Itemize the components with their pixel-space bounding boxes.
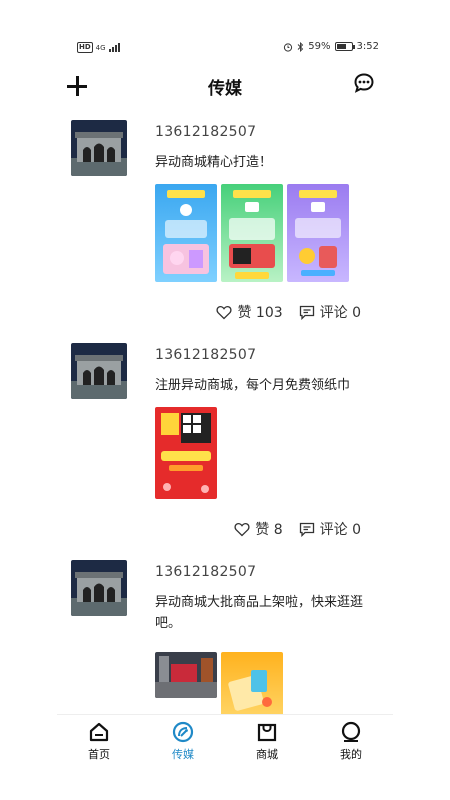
home-icon — [89, 722, 109, 742]
comment-button[interactable]: 评论 0 — [299, 302, 361, 322]
comment-button[interactable]: 评论 0 — [299, 519, 361, 539]
comment-icon — [299, 305, 314, 320]
like-button[interactable]: 赞 8 — [234, 519, 283, 539]
heart-icon — [234, 522, 250, 536]
post-images — [155, 652, 283, 714]
like-label: 赞 103 — [237, 305, 283, 321]
comment-label: 评论 0 — [319, 522, 361, 538]
post-actions: 赞 8 评论 0 — [234, 519, 361, 539]
post-images — [155, 407, 217, 499]
post-image[interactable] — [221, 652, 283, 714]
nav-label: 首页 — [88, 748, 110, 761]
media-icon — [172, 721, 194, 743]
post-images — [155, 184, 349, 282]
post-image[interactable] — [155, 652, 217, 698]
nav-label: 商城 — [256, 748, 278, 761]
like-button[interactable]: 赞 103 — [216, 302, 283, 322]
bluetooth-icon — [297, 41, 304, 52]
post-image[interactable] — [155, 184, 217, 282]
status-left: HD 4G — [77, 42, 120, 53]
avatar[interactable] — [71, 343, 127, 399]
avatar-image — [71, 120, 127, 176]
nav-item-home[interactable]: 首页 — [57, 715, 141, 768]
post-image[interactable] — [221, 184, 283, 282]
top-bar: 传媒 — [57, 68, 393, 104]
like-label: 赞 8 — [255, 522, 283, 538]
nav-item-profile[interactable]: 我的 — [309, 715, 393, 768]
hd-indicator: HD — [77, 42, 93, 53]
nav-label: 我的 — [340, 748, 362, 761]
profile-circle-icon — [341, 721, 361, 742]
battery-percent: 59% — [308, 41, 331, 52]
nav-item-shop[interactable]: 商城 — [225, 715, 309, 768]
alarm-icon — [284, 42, 293, 52]
clock: 3:52 — [356, 41, 379, 52]
avatar-image — [71, 343, 127, 399]
avatar[interactable] — [71, 120, 127, 176]
chat-bubble-icon[interactable] — [353, 72, 375, 94]
network-type: 4G — [95, 43, 106, 52]
post-card[interactable]: 13612182507 异动商城精心打造！ 赞 103 评论 0 — [57, 114, 393, 337]
post-username[interactable]: 13612182507 — [155, 564, 256, 580]
signal-icon — [108, 43, 120, 52]
post-card[interactable]: 13612182507 异动商城大批商品上架啦，快来逛逛吧。 — [57, 554, 393, 714]
comment-label: 评论 0 — [319, 305, 361, 321]
avatar[interactable] — [71, 560, 127, 616]
post-image[interactable] — [287, 184, 349, 282]
app-screen: HD 4G 59% 3:52 传媒 13612182507 异动商城精心打造！ … — [57, 32, 393, 768]
status-right: 59% 3:52 — [283, 41, 379, 52]
comment-icon — [299, 522, 314, 537]
post-text: 注册异动商城，每个月免费领纸巾 — [155, 378, 351, 393]
post-text: 异动商城大批商品上架啦，快来逛逛吧。 — [155, 595, 364, 631]
shopping-bag-icon — [257, 723, 277, 742]
status-bar: HD 4G 59% 3:52 — [57, 32, 393, 64]
post-text: 异动商城精心打造！ — [155, 155, 273, 170]
nav-item-media[interactable]: 传媒 — [141, 715, 225, 768]
post-card[interactable]: 13612182507 注册异动商城，每个月免费领纸巾 赞 8 评论 0 — [57, 337, 393, 554]
nav-label: 传媒 — [172, 748, 194, 761]
media-feed[interactable]: 13612182507 异动商城精心打造！ 赞 103 评论 0 1361218… — [57, 114, 393, 714]
battery-fill — [336, 44, 346, 49]
battery-icon — [334, 42, 355, 51]
bottom-nav: 首页 传媒 商城 我的 — [57, 714, 393, 768]
post-actions: 赞 103 评论 0 — [216, 302, 361, 322]
page-title: 传媒 — [208, 79, 242, 99]
avatar-image — [71, 560, 127, 616]
heart-icon — [216, 305, 233, 319]
post-username[interactable]: 13612182507 — [155, 124, 256, 140]
post-username[interactable]: 13612182507 — [155, 347, 256, 363]
post-image[interactable] — [155, 407, 217, 499]
